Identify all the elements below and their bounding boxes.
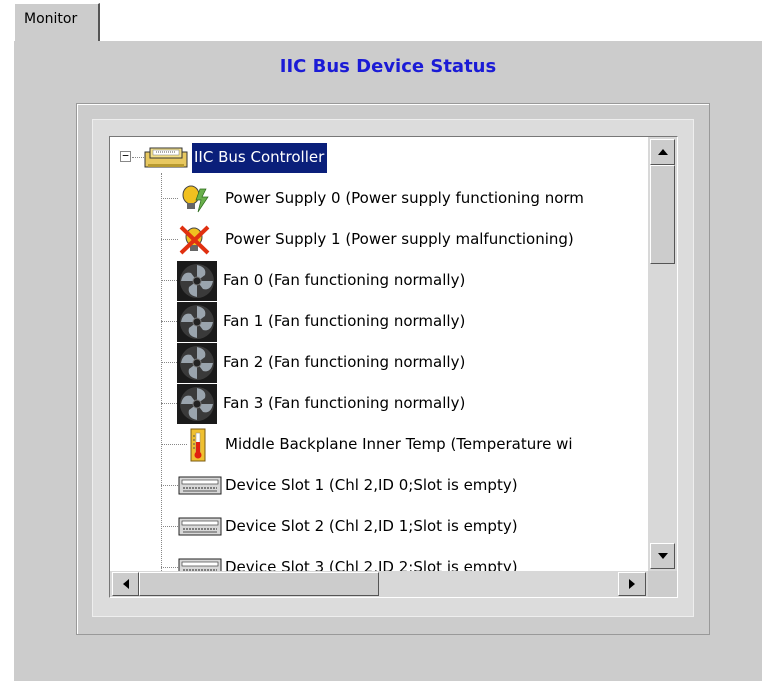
power-supply-failed-icon — [179, 225, 210, 255]
tree-item-label: Fan 1 (Fan functioning normally) — [223, 312, 466, 330]
arrow-up-icon — [657, 149, 668, 155]
tree-item-label: Power Supply 0 (Power supply functioning… — [225, 189, 584, 207]
power-supply-ok-icon — [182, 185, 209, 213]
thermometer-icon — [190, 428, 206, 462]
tree-item-fan-3[interactable]: Fan 3 (Fan functioning normally) — [110, 383, 648, 424]
tree-item-device-slot-2[interactable]: Device Slot 2 (Chl 2,ID 1;Slot is empty) — [110, 506, 648, 547]
device-tree: − IIC Bus Controller Power Supply 0 (Pow… — [110, 137, 648, 571]
scroll-down-button[interactable] — [650, 543, 675, 569]
tree-item-label: Power Supply 1 (Power supply malfunction… — [225, 230, 574, 248]
tree-root-node[interactable]: − IIC Bus Controller — [110, 137, 648, 178]
tree-connector-line — [161, 280, 177, 281]
vertical-scrollbar[interactable] — [648, 137, 677, 571]
fan-icon — [177, 343, 217, 383]
tree-item-device-slot-1[interactable]: Device Slot 1 (Chl 2,ID 0;Slot is empty) — [110, 465, 648, 506]
tree-connector-line — [161, 403, 177, 404]
device-slot-icon — [178, 517, 222, 536]
scroll-right-button[interactable] — [618, 572, 646, 596]
panel-title: IIC Bus Device Status — [279, 56, 497, 77]
tree-item-power-supply-1[interactable]: Power Supply 1 (Power supply malfunction… — [110, 219, 648, 260]
tab-monitor-label: Monitor — [24, 11, 78, 27]
tree-item-label: Fan 2 (Fan functioning normally) — [223, 353, 466, 371]
tree-item-middle-backplane-temp[interactable]: Middle Backplane Inner Temp (Temperature… — [110, 424, 648, 465]
device-slot-icon — [178, 476, 222, 495]
tree-connector-line — [161, 362, 177, 363]
tree-item-label: Middle Backplane Inner Temp (Temperature… — [225, 435, 573, 453]
tree-item-fan-2[interactable]: Fan 2 (Fan functioning normally) — [110, 342, 648, 383]
collapse-icon[interactable]: − — [120, 150, 131, 162]
device-slot-icon — [178, 558, 222, 571]
vertical-scroll-thumb[interactable] — [650, 165, 675, 264]
arrow-down-icon — [657, 553, 668, 559]
tree-item-label: Device Slot 2 (Chl 2,ID 1;Slot is empty) — [225, 517, 518, 535]
fan-icon — [177, 261, 217, 301]
arrow-right-icon — [629, 579, 635, 589]
tree-item-fan-1[interactable]: Fan 1 (Fan functioning normally) — [110, 301, 648, 342]
tree-item-label: Device Slot 3 (Chl 2,ID 2;Slot is empty) — [225, 558, 518, 571]
tree-connector-line — [161, 321, 177, 322]
tree-connector-line — [161, 526, 178, 527]
tree-item-device-slot-3[interactable]: Device Slot 3 (Chl 2,ID 2;Slot is empty) — [110, 547, 648, 571]
tree-root-label[interactable]: IIC Bus Controller — [192, 143, 328, 173]
tree-item-label: Device Slot 1 (Chl 2,ID 0;Slot is empty) — [225, 476, 518, 494]
horizontal-scroll-thumb[interactable] — [139, 572, 379, 596]
tree-connector-line — [161, 485, 178, 486]
horizontal-scrollbar[interactable] — [110, 571, 648, 597]
fan-icon — [177, 384, 217, 424]
controller-icon — [144, 147, 188, 168]
scrollbar-corner — [648, 571, 677, 597]
tree-connector-line — [161, 198, 178, 199]
tree-item-power-supply-0[interactable]: Power Supply 0 (Power supply functioning… — [110, 178, 648, 219]
arrow-left-icon — [122, 579, 129, 589]
fan-icon — [177, 302, 217, 342]
scroll-up-button[interactable] — [650, 139, 675, 165]
tree-connector-line — [161, 567, 178, 568]
tab-monitor[interactable]: Monitor — [14, 3, 100, 41]
tree-item-fan-0[interactable]: Fan 0 (Fan functioning normally) — [110, 260, 648, 301]
tree-connector-line — [161, 239, 178, 240]
tree-connector-line — [161, 444, 187, 445]
device-tree-scrollpane: − IIC Bus Controller Power Supply 0 (Pow… — [109, 136, 678, 598]
scroll-left-button[interactable] — [112, 572, 139, 596]
tree-item-label: Fan 3 (Fan functioning normally) — [223, 394, 466, 412]
tree-item-label: Fan 0 (Fan functioning normally) — [223, 271, 466, 289]
